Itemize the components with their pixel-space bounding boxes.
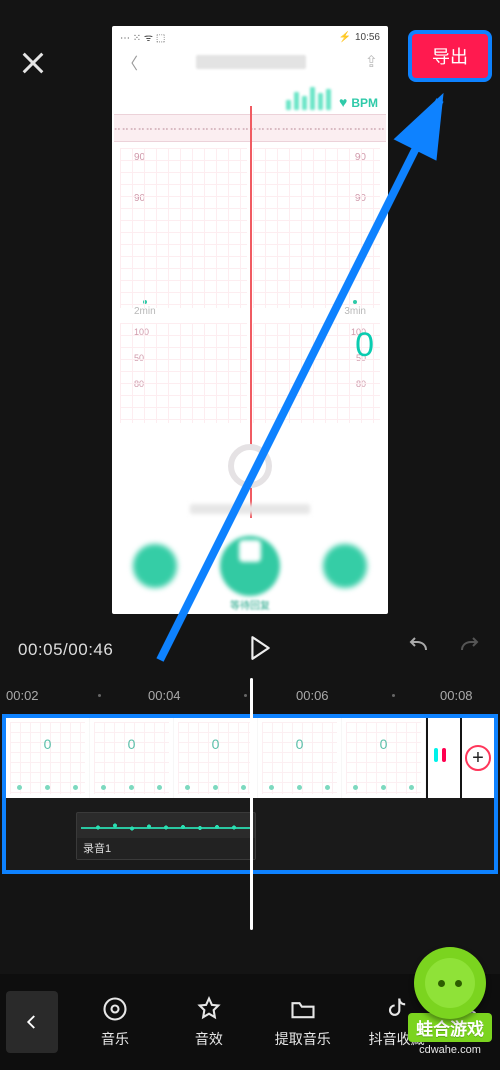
ruler-tick: 00:06 [296, 688, 329, 703]
ruler-tick: 00:08 [440, 688, 473, 703]
music-button[interactable]: 音乐 [68, 995, 162, 1049]
watermark-url: cdwahe.com [419, 1044, 481, 1056]
chevron-left-icon: 〈 [122, 50, 138, 74]
share-icon: ⇪ [365, 52, 378, 72]
record-ring-icon [228, 444, 272, 488]
tool-label: 音效 [195, 1029, 223, 1049]
undo-button[interactable] [406, 636, 430, 665]
preview-frame: ⋯ ⁙ ᯤ ⬚ ⚡10:56 〈 ⇪ ♥ BPM 9090 9090 2min [112, 26, 388, 614]
toolbar-back-button[interactable] [6, 991, 58, 1053]
waveform-icon [81, 817, 251, 838]
video-segment[interactable]: 0 [6, 718, 90, 798]
redo-icon [458, 636, 482, 660]
add-segment-button[interactable]: + [460, 718, 494, 798]
douyin-icon [383, 995, 411, 1023]
blurred-subtitle [190, 504, 310, 514]
phone-topbar: 〈 ⇪ [112, 46, 388, 78]
frog-logo-icon [414, 947, 486, 1019]
audio-clip-label: 录音1 [77, 838, 255, 859]
time-label: 00:05/00:46 [18, 640, 113, 660]
video-segment[interactable]: 0 [174, 718, 258, 798]
bpm-bars-icon [286, 84, 331, 110]
counter-zero: 0 [355, 326, 374, 365]
undo-icon [406, 636, 430, 660]
video-preview[interactable]: ⋯ ⁙ ᯤ ⬚ ⚡10:56 〈 ⇪ ♥ BPM 9090 9090 2min [0, 100, 500, 620]
watermark: 蛙合游戏 cdwahe.com [408, 947, 492, 1056]
export-button[interactable]: 导出 [412, 34, 488, 78]
playhead[interactable] [250, 678, 253, 930]
playback-bar: 00:05/00:46 [0, 620, 500, 680]
play-button[interactable] [249, 635, 271, 666]
bpm-label: BPM [351, 96, 378, 110]
sfx-button[interactable]: 音效 [162, 995, 256, 1049]
blurred-title [196, 55, 306, 69]
star-icon [195, 995, 223, 1023]
video-segment[interactable]: 0 [258, 718, 342, 798]
video-segment[interactable]: 0 [90, 718, 174, 798]
video-segment[interactable]: 0 [342, 718, 426, 798]
segment-extra[interactable] [426, 718, 460, 798]
music-icon [101, 995, 129, 1023]
chevron-left-icon [23, 1013, 41, 1031]
action-circles [112, 536, 388, 596]
heart-icon: ♥ [339, 94, 347, 110]
plus-icon: + [465, 745, 491, 771]
tool-label: 音乐 [101, 1029, 129, 1049]
phone-status-bar: ⋯ ⁙ ᯤ ⬚ ⚡10:56 [112, 26, 388, 46]
extract-music-button[interactable]: 提取音乐 [256, 995, 350, 1049]
folder-icon [289, 995, 317, 1023]
play-icon [249, 635, 271, 661]
close-icon [19, 49, 47, 77]
ruler-tick: 00:02 [6, 688, 39, 703]
redo-button[interactable] [458, 636, 482, 665]
audio-clip[interactable]: 录音1 [76, 812, 256, 860]
close-button[interactable] [18, 48, 48, 78]
ruler-tick: 00:04 [148, 688, 181, 703]
tool-label: 提取音乐 [275, 1029, 331, 1049]
preview-caption: 等待回复 [230, 597, 270, 612]
